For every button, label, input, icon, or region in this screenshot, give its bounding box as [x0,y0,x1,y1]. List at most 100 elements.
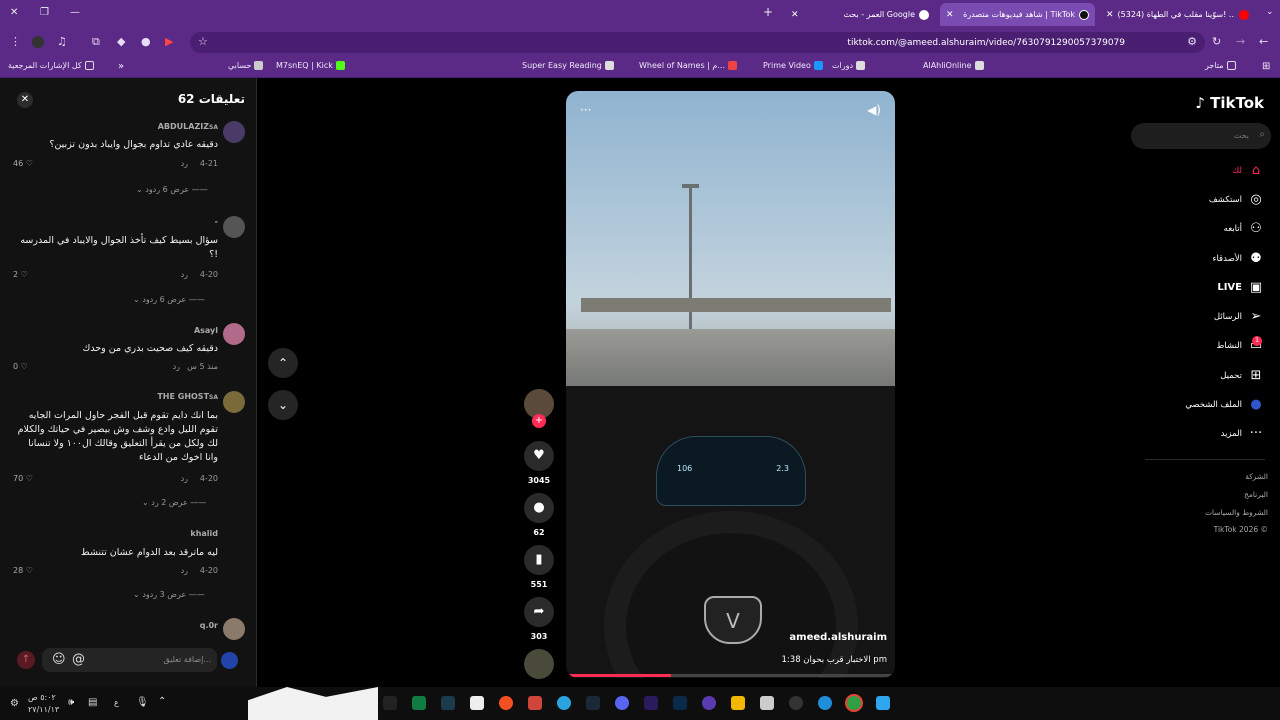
avatar[interactable] [223,121,245,143]
extensions-icon[interactable]: ⧉ [92,35,100,49]
tab-youtube[interactable]: ✕ (5324) سوّينا مقلب في الطهاة! ... [1100,3,1255,26]
close-window-icon[interactable]: ✕ [10,7,18,18]
comment-username[interactable]: khalid [190,529,218,538]
nav-for-you[interactable]: لك ⌂ [1232,163,1264,178]
new-tab-icon[interactable]: + [763,5,773,19]
capcut-icon[interactable] [383,696,397,710]
comment-username[interactable]: ABDULAZIZSA [158,122,218,131]
nav-live[interactable]: LIVE ▣ [1217,280,1264,295]
reload-icon[interactable]: ↻ [1212,35,1221,48]
photoshop-icon[interactable] [673,696,687,710]
bookmark-alahlionline[interactable]: AlAhliOnline [923,61,984,70]
comment-like-button[interactable]: 28 ♡ [13,566,33,575]
discord-icon[interactable] [615,696,629,710]
telegram-icon[interactable] [557,696,571,710]
file-explorer-icon[interactable] [731,696,745,710]
nav-more[interactable]: المزيد ··· [1221,426,1264,441]
follow-plus-button[interactable]: + [532,414,546,428]
bookmark-courses[interactable]: دورات [832,61,866,70]
taskbar-time[interactable]: ٥:٠٢ ص [28,693,56,702]
reply-button[interactable]: رد [181,474,188,483]
nav-friends[interactable]: الأصدقاء ⚉ [1212,251,1264,266]
view-replies-button[interactable]: ⌄ عرض 6 ردود —— [136,185,208,194]
minimize-window-icon[interactable]: — [70,7,80,18]
app-icon[interactable] [528,696,542,710]
close-comments-button[interactable]: ✕ [17,92,33,108]
apps-grid-icon[interactable]: ⊞ [1262,61,1270,72]
extension-icon[interactable]: ▶ [165,35,173,48]
share-button[interactable]: ➦ [524,597,554,627]
view-replies-button[interactable]: ⌄ عرض 3 ردود —— [133,590,205,599]
nav-following[interactable]: أتابعه ⚇ [1224,221,1264,236]
app-icon[interactable] [789,696,803,710]
taskbar-date[interactable]: ٢٧/١١/١٣ [28,705,59,714]
app-icon[interactable] [470,696,484,710]
like-button[interactable]: ♥ [524,441,554,471]
tab-search-icon[interactable]: ⌄ [1266,7,1274,17]
close-tab-icon[interactable]: ✕ [946,10,954,20]
edge-icon[interactable] [818,696,832,710]
excel-icon[interactable] [412,696,426,710]
view-replies-button[interactable]: ⌄ عرض 2 رد —— [142,498,206,507]
view-replies-button[interactable]: ⌄ عرض 6 ردود —— [133,295,205,304]
video-player[interactable]: 106 2.3 V ··· ◀) ameed.alshuraim الاختبا… [566,91,895,678]
bookmark-wheel-of-names[interactable]: Wheel of Names | م... [639,61,737,70]
reply-button[interactable]: رد [181,566,188,575]
comment-like-button[interactable]: 46 ♡ [13,159,33,168]
avatar[interactable] [223,618,245,640]
notifications-icon[interactable]: ⚙ [10,698,19,709]
sound-avatar[interactable] [524,649,554,679]
bookmark-my-account[interactable]: حسابي [228,61,264,70]
next-video-button[interactable]: ⌄ [268,390,298,420]
app-icon[interactable] [702,696,716,710]
comment-username[interactable]: THE GHOSTSA [157,392,218,401]
bookmark-prime-video[interactable]: Prime Video [763,61,823,70]
bookmark-stores[interactable]: متاجر [1205,61,1236,70]
volume-icon[interactable]: ◀) [867,103,881,117]
footer-program-link[interactable]: البرنامج [1244,490,1268,499]
reply-button[interactable]: رد [181,270,188,279]
more-options-icon[interactable]: ··· [580,103,591,117]
send-comment-button[interactable]: ↑ [17,651,35,669]
video-username[interactable]: ameed.alshuraim [789,632,887,643]
bookmark-all-bookmarks[interactable]: كل الإشارات المرجعية [8,61,94,70]
forward-icon[interactable]: → [1236,35,1245,48]
nav-upload[interactable]: تحميل ⊞ [1220,368,1264,383]
store-icon[interactable] [760,696,774,710]
bookmarks-overflow-icon[interactable]: » [118,61,124,72]
comment-username[interactable]: q.0r [200,621,218,630]
nav-explore[interactable]: استكشف ◎ [1209,192,1264,207]
maximize-window-icon[interactable]: ❐ [40,7,49,18]
menu-icon[interactable]: ⋮ [10,35,21,48]
chrome-icon[interactable] [847,696,861,710]
mention-icon[interactable]: @ [72,652,85,667]
input-language[interactable]: ع [114,698,119,707]
bookmark-star-icon[interactable]: ☆ [198,35,208,48]
bookmark-super-easy-reading[interactable]: Super Easy Reading [522,61,614,70]
save-button[interactable]: ▮ [524,545,554,575]
microphone-icon[interactable]: 🎙 [136,697,149,708]
reply-button[interactable]: رد [181,159,188,168]
close-tab-icon[interactable]: ✕ [1106,10,1114,20]
bookmark-kick[interactable]: M7snEQ | Kick [276,61,345,70]
reply-button[interactable]: رد [173,362,180,371]
brave-icon[interactable] [499,696,513,710]
profile-avatar-icon[interactable] [32,36,44,48]
site-settings-icon[interactable]: ⚙ [1187,35,1197,48]
nav-messages[interactable]: الرسائل ➢ [1214,309,1264,324]
search-input[interactable]: بحث ⌕ [1131,123,1271,149]
premiere-icon[interactable] [644,696,658,710]
address-bar[interactable]: ☆ tiktok.com/@ameed.alshuraim/video/7630… [190,32,1205,53]
footer-company-link[interactable]: الشركة [1245,472,1268,481]
previous-video-button[interactable]: ⌃ [268,348,298,378]
emoji-icon[interactable]: ☺ [52,652,66,667]
tray-overflow-icon[interactable]: ⌃ [158,696,166,707]
start-icon[interactable] [876,696,890,710]
comment-like-button[interactable]: 2 ♡ [13,270,28,279]
extension-icon[interactable]: ◆ [117,35,125,48]
app-icon[interactable] [441,696,455,710]
steam-icon[interactable] [586,696,600,710]
comment-username[interactable]: - [215,217,218,226]
close-tab-icon[interactable]: ✕ [791,10,799,20]
network-icon[interactable]: ▤ [88,697,97,708]
